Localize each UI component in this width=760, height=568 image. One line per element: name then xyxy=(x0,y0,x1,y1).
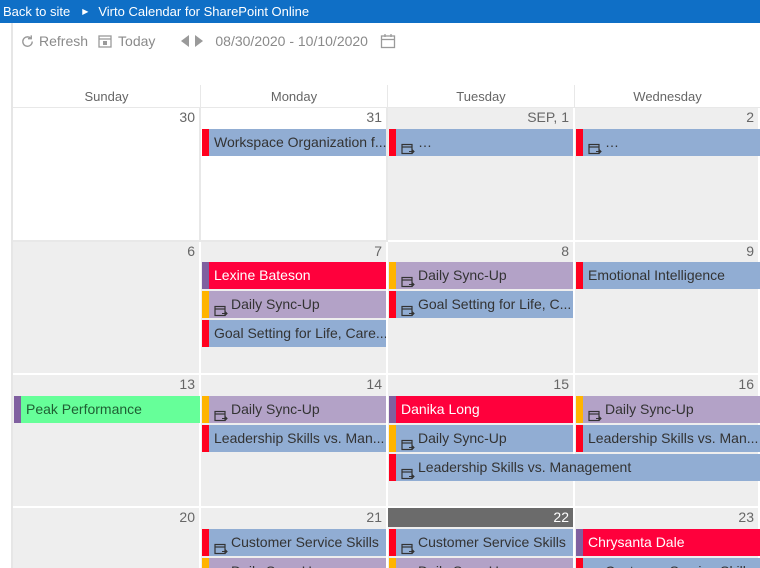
day-number: 23 xyxy=(738,509,754,525)
day-number: 13 xyxy=(179,376,195,392)
calendar-event[interactable]: Daily Sync-Up xyxy=(202,291,386,318)
calendar-event[interactable]: Daily Sync-Up xyxy=(389,558,573,568)
day-header-tuesday: Tuesday xyxy=(388,85,575,108)
recurring-event-icon xyxy=(401,270,415,288)
recurring-event-icon xyxy=(401,137,415,155)
calendar-event[interactable]: Workspace Organization f... xyxy=(202,129,386,156)
day-header-monday: Monday xyxy=(201,85,388,108)
day-number: 2 xyxy=(746,109,754,125)
next-arrow-icon[interactable] xyxy=(193,34,205,48)
day-header-sunday: Sunday xyxy=(13,85,201,108)
day-number: 6 xyxy=(187,243,195,259)
today-label: Today xyxy=(118,33,156,49)
day-number: 30 xyxy=(179,109,195,125)
recurring-event-icon xyxy=(588,137,602,155)
refresh-button[interactable]: Refresh xyxy=(20,33,88,49)
calendar-event[interactable]: Customer Service Skills xyxy=(202,529,386,556)
calendar-toolbar: Refresh Today 08/30/2020 - 10/10/2020 xyxy=(20,30,396,52)
previous-arrow-icon[interactable] xyxy=(179,34,191,48)
calendar-event[interactable]: Leadership Skills vs. Man... xyxy=(202,425,386,452)
calendar-event[interactable]: Customer Service Skills xyxy=(389,529,573,556)
calendar-grid: Sunday Monday Tuesday Wednesday 30 31 SE… xyxy=(13,85,760,568)
today-calendar-icon xyxy=(98,35,112,48)
day-number: 7 xyxy=(374,243,382,259)
recurring-event-icon xyxy=(401,433,415,451)
right-triangle-icon: ▶ xyxy=(82,7,89,16)
recurring-event-icon xyxy=(214,537,228,555)
day-header-wednesday: Wednesday xyxy=(575,85,760,108)
calendar-event[interactable]: Peak Performance xyxy=(14,396,200,423)
calendar-event[interactable]: Chrysanta Dale xyxy=(576,529,760,556)
calendar-event[interactable]: Daily Sync-Up xyxy=(202,396,386,423)
calendar-picker-icon[interactable] xyxy=(380,33,396,49)
day-number: 8 xyxy=(561,243,569,259)
back-to-site-link[interactable]: Back to site xyxy=(0,4,70,19)
calendar-event[interactable]: Goal Setting for Life, C... xyxy=(389,291,573,318)
day-number: 9 xyxy=(746,243,754,259)
calendar-event[interactable]: Danika Long xyxy=(389,396,573,423)
app-title: Virto Calendar for SharePoint Online xyxy=(98,4,310,19)
day-cell[interactable]: 30 xyxy=(13,108,201,242)
day-header-row: Sunday Monday Tuesday Wednesday xyxy=(13,85,760,108)
day-number: 14 xyxy=(366,376,382,392)
day-number: 22 xyxy=(388,508,573,527)
calendar-event[interactable]: Leadership Skills vs. Management xyxy=(389,454,760,481)
calendar-event[interactable]: Daily Sync-Up xyxy=(389,262,573,289)
day-cell[interactable]: 13 xyxy=(13,375,201,508)
date-range: 08/30/2020 - 10/10/2020 xyxy=(215,33,368,49)
day-cell[interactable]: 6 xyxy=(13,242,201,375)
calendar-event[interactable]: Workspace Organizatio... xyxy=(576,129,760,156)
calendar-event[interactable]: Lexine Bateson xyxy=(202,262,386,289)
refresh-icon xyxy=(22,34,33,47)
calendar-event[interactable]: Goal Setting for Life, Care... xyxy=(202,320,386,347)
recurring-event-icon xyxy=(588,404,602,422)
calendar-event[interactable]: Daily Sync-Up xyxy=(202,558,386,568)
calendar-event[interactable]: Leadership Skills vs. Man... xyxy=(576,425,760,452)
date-navigation xyxy=(179,34,205,48)
day-number: 16 xyxy=(738,376,754,392)
recurring-event-icon xyxy=(214,299,228,317)
recurring-event-icon xyxy=(214,404,228,422)
recurring-event-icon xyxy=(401,462,415,480)
top-bar: Back to site ▶ Virto Calendar for ShareP… xyxy=(0,0,760,23)
calendar-event[interactable]: Customer Service Skills xyxy=(576,558,760,568)
calendar-event[interactable]: Daily Sync-Up xyxy=(576,396,760,423)
calendar-event[interactable]: Emotional Intelligence xyxy=(576,262,760,289)
refresh-label: Refresh xyxy=(39,33,89,49)
day-number: 15 xyxy=(553,376,569,392)
calendar-event[interactable]: Workspace Organizatio... xyxy=(389,129,573,156)
day-number: 21 xyxy=(366,509,382,525)
today-button[interactable]: Today xyxy=(98,33,155,49)
day-number: 31 xyxy=(366,109,382,125)
calendar-event[interactable]: Daily Sync-Up xyxy=(389,425,573,452)
recurring-event-icon xyxy=(401,537,415,555)
day-number: 20 xyxy=(179,509,195,525)
day-number: SEP, 1 xyxy=(527,109,569,125)
recurring-event-icon xyxy=(401,299,415,317)
day-cell[interactable]: 20 xyxy=(13,508,201,568)
